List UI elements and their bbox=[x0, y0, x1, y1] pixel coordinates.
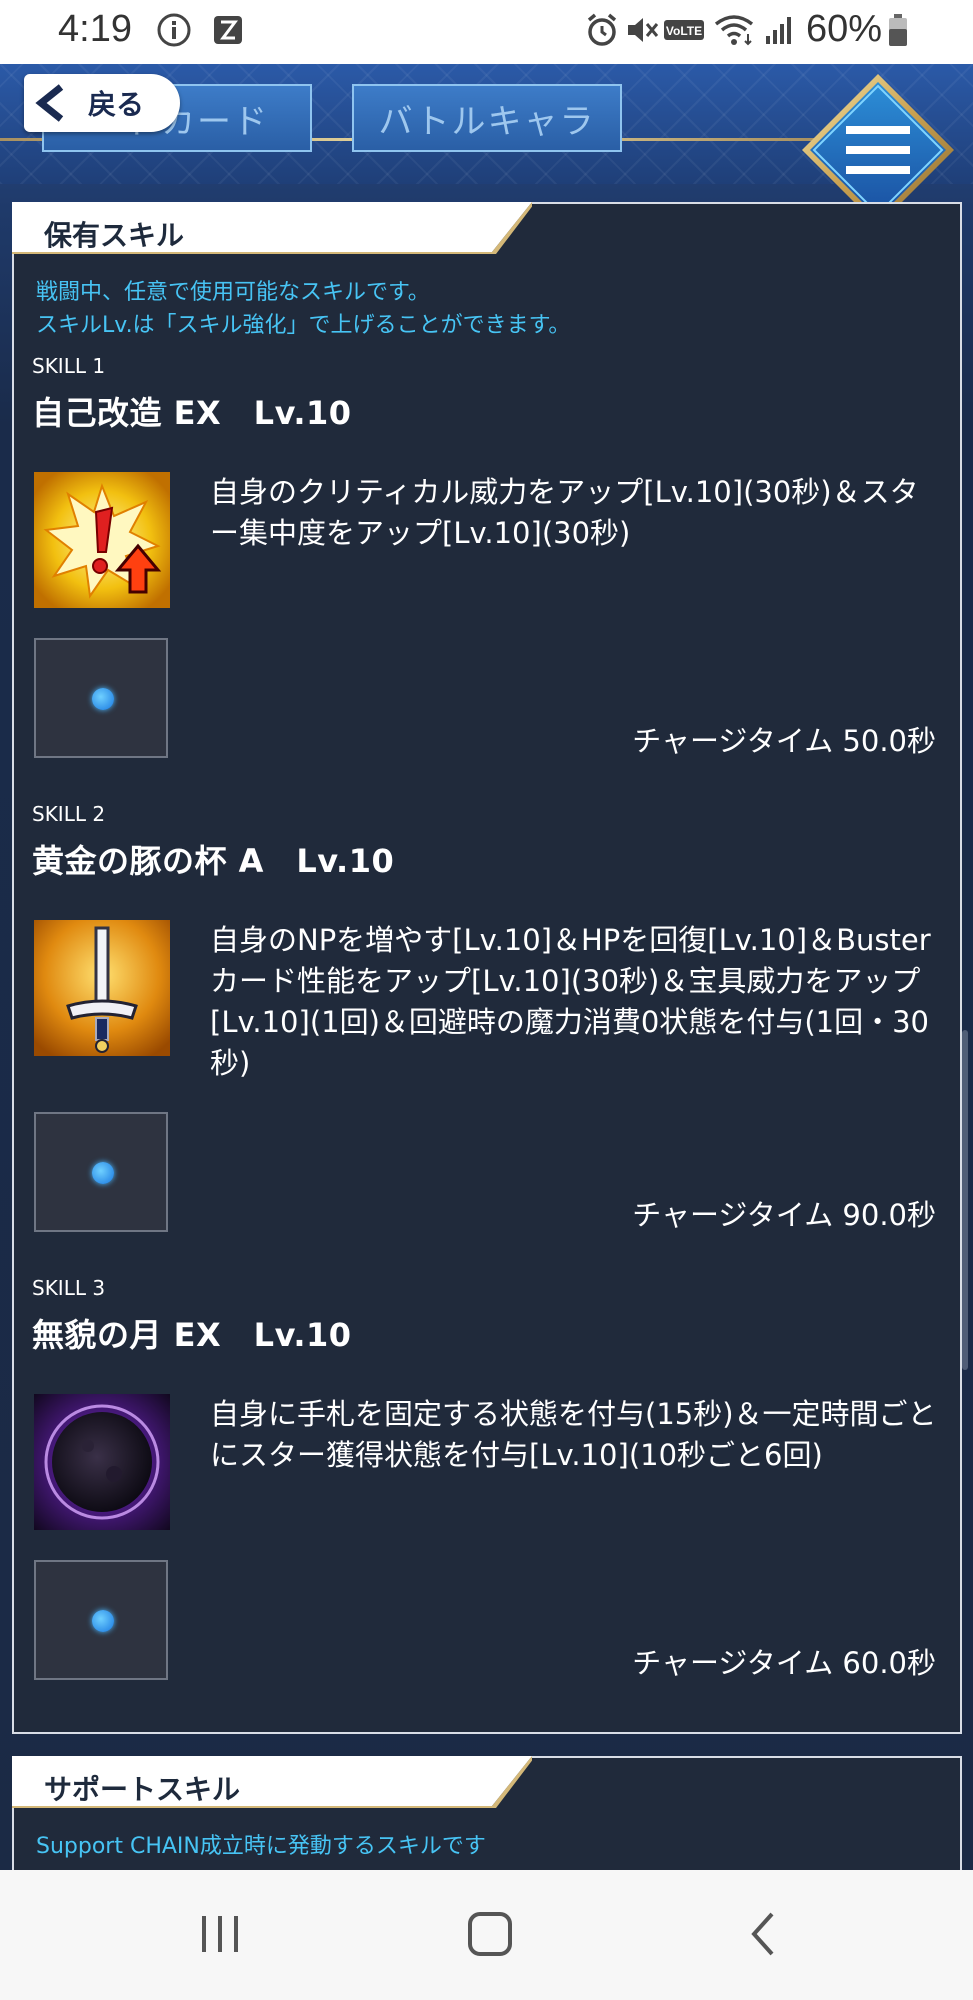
status-time: 4:19 bbox=[58, 8, 132, 50]
sword-buster-icon[interactable] bbox=[34, 920, 170, 1056]
recent-apps-icon[interactable] bbox=[190, 1904, 250, 1964]
skill-3-slot[interactable] bbox=[34, 1560, 168, 1680]
owned-skills-desc-2: スキルLv.は「スキル強化」で上げることができます。 bbox=[36, 313, 571, 338]
system-nav-bar bbox=[0, 1870, 973, 2000]
support-skills-panel: サポートスキル Support CHAIN成立時に発動するスキルです bbox=[12, 1756, 962, 1886]
slot-dot-icon bbox=[92, 1610, 114, 1632]
signal-icon bbox=[766, 17, 791, 44]
alarm-icon bbox=[587, 13, 617, 46]
skill-2-slot[interactable] bbox=[34, 1112, 168, 1232]
skill-3-charge-time: チャージタイム 60.0秒 bbox=[632, 1646, 936, 1680]
skill-1-charge-time: チャージタイム 50.0秒 bbox=[632, 724, 936, 758]
status-bar: 4:19 VoLTE 60% bbox=[0, 0, 973, 64]
nfc-icon bbox=[214, 16, 242, 44]
back-nav-icon[interactable] bbox=[734, 1904, 794, 1964]
skill-3-number: SKILL 3 bbox=[32, 1276, 106, 1300]
support-skills-desc: Support CHAIN成立時に発動するスキルです bbox=[36, 1834, 486, 1859]
owned-skills-desc-1: 戦闘中、任意で使用可能なスキルです。 bbox=[36, 280, 430, 305]
skill-3-name: 無貌の月 EX Lv.10 bbox=[32, 1316, 352, 1354]
tab-battle-chara[interactable]: バトルキャラ bbox=[352, 84, 622, 152]
support-skills-title: サポートスキル bbox=[44, 1773, 241, 1806]
skill-1-name: 自己改造 EX Lv.10 bbox=[32, 394, 352, 432]
back-chevron-icon bbox=[32, 82, 74, 124]
battery-icon bbox=[889, 14, 907, 46]
dark-moon-icon[interactable] bbox=[34, 1394, 170, 1530]
skill-2-description: 自身のNPを増やす[Lv.10]＆HPを回復[Lv.10]＆Busterカード性… bbox=[210, 923, 931, 1080]
skill-3-description: 自身に手札を固定する状態を付与(15秒)＆一定時間ごとにスター獲得状態を付与[L… bbox=[210, 1397, 937, 1472]
owned-skills-title: 保有スキル bbox=[44, 219, 185, 252]
home-icon[interactable] bbox=[460, 1904, 520, 1964]
skill-2-name: 黄金の豚の杯 A Lv.10 bbox=[32, 842, 395, 880]
slot-dot-icon bbox=[92, 1162, 114, 1184]
skill-1-description: 自身のクリティカル威力をアップ[Lv.10](30秒)＆スター集中度をアップ[L… bbox=[210, 475, 919, 550]
volte-icon: VoLTE bbox=[664, 20, 704, 40]
info-icon bbox=[157, 13, 191, 47]
back-button-label: 戻る bbox=[88, 88, 145, 121]
critical-up-icon[interactable] bbox=[34, 472, 170, 608]
skill-2-charge-time: チャージタイム 90.0秒 bbox=[632, 1198, 936, 1232]
mute-icon bbox=[628, 18, 659, 42]
back-button[interactable]: 戻る bbox=[24, 74, 180, 132]
battery-percent: 60% bbox=[806, 8, 883, 50]
slot-dot-icon bbox=[92, 688, 114, 710]
wifi-icon bbox=[714, 15, 754, 46]
skill-2-number: SKILL 2 bbox=[32, 802, 106, 826]
svg-text:VoLTE: VoLTE bbox=[666, 24, 702, 38]
scrollbar[interactable] bbox=[962, 1030, 968, 1370]
owned-skills-panel: 保有スキル 戦闘中、任意で使用可能なスキルです。 スキルLv.は「スキル強化」で… bbox=[12, 202, 962, 1734]
skill-1-slot[interactable] bbox=[34, 638, 168, 758]
skill-1-number: SKILL 1 bbox=[32, 354, 106, 378]
tab-battle-chara-label: バトルキャラ bbox=[378, 101, 596, 142]
